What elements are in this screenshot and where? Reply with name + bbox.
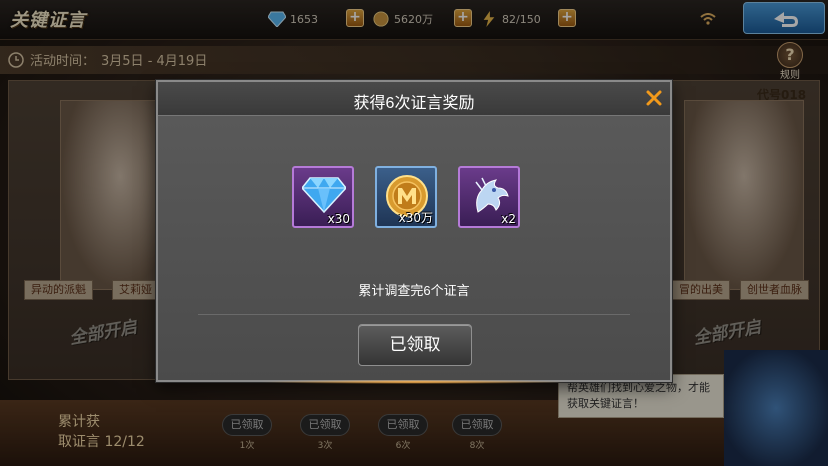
dialog-glow [258,380,570,384]
reward-diamond[interactable]: x30 [292,166,354,228]
reward-gold-coin[interactable]: x30万 [375,166,437,228]
dialog-header: 获得6次证言奖励 [158,82,670,116]
dialog-divider [198,314,630,315]
reward-quantity: x30 [327,212,350,226]
reward-quantity: x2 [501,212,516,226]
close-icon [646,90,662,106]
reward-quantity: x30万 [398,211,433,225]
reward-dialog: 获得6次证言奖励 x30 x30万 x2 累计调查完6个证言 已领取 [156,80,672,384]
reward-condition: 累计调查完6个证言 [358,283,470,298]
diamond-icon [302,177,346,214]
close-button[interactable] [642,86,666,110]
claimed-button[interactable]: 已领取 [358,324,472,366]
reward-ice-dragon[interactable]: x2 [458,166,520,228]
dialog-title: 获得6次证言奖励 [353,95,475,112]
